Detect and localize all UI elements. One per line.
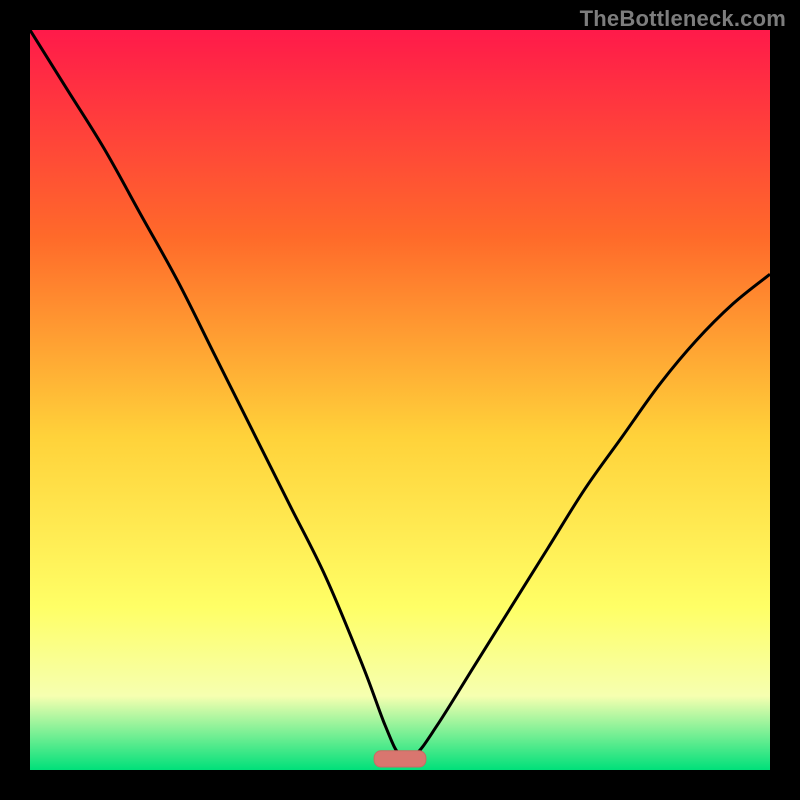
optimal-marker: [374, 751, 426, 767]
plot-area: [30, 30, 770, 770]
gradient-background: [30, 30, 770, 770]
chart-svg: [30, 30, 770, 770]
chart-frame: TheBottleneck.com: [0, 0, 800, 800]
watermark-text: TheBottleneck.com: [580, 6, 786, 32]
